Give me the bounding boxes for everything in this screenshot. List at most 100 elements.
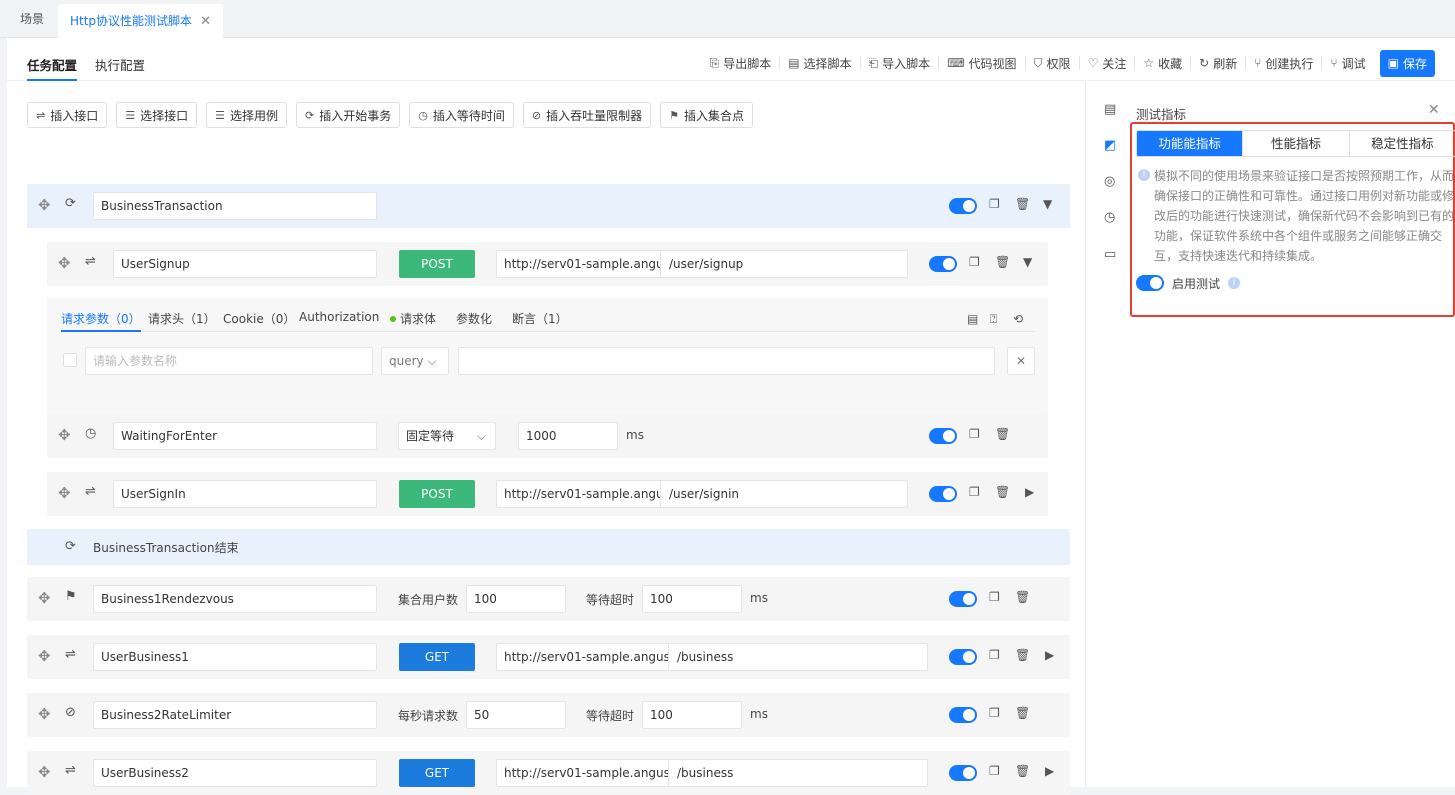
format-icon[interactable]: ⟲ [1013, 312, 1023, 326]
help-icon[interactable]: ⍰ [990, 312, 997, 327]
insert-wait-button[interactable]: ◷ 插入等待时间 [409, 102, 514, 128]
save-button[interactable]: ▣ 保存 [1379, 49, 1435, 77]
copy-icon[interactable]: ❐ [989, 197, 1000, 211]
wait-name-input[interactable]: WaitingForEnter [113, 422, 377, 450]
enable-toggle[interactable] [949, 591, 977, 607]
copy-icon[interactable]: ❐ [989, 764, 1000, 778]
debug-button[interactable]: ⑂ 调试 [1321, 56, 1373, 71]
param-name-input[interactable]: 请输入参数名称 [85, 347, 373, 375]
create-exec-button[interactable]: ⑂ 创建执行 [1245, 56, 1321, 71]
drag-icon[interactable]: ✥ [38, 589, 51, 607]
api-name-input[interactable]: UserSignIn [113, 480, 377, 508]
drag-icon[interactable]: ✥ [38, 705, 51, 723]
code-view-button[interactable]: ⌨ 代码视图 [938, 56, 1024, 71]
document-icon[interactable]: ▤ [1104, 102, 1116, 117]
close-icon[interactable]: ✕ [1428, 102, 1440, 118]
users-input[interactable]: 100 [466, 585, 566, 613]
tab-scene[interactable]: 场景 [20, 0, 44, 38]
url-input[interactable]: http://serv01-sample.angus/user/signup [496, 250, 908, 278]
tab-stability-metrics[interactable]: 稳定性指标 [1348, 131, 1455, 156]
rendezvous-name-input[interactable]: Business1Rendezvous [93, 585, 377, 613]
drag-icon[interactable]: ✥ [38, 763, 51, 781]
enable-toggle[interactable] [949, 649, 977, 665]
permission-button[interactable]: ⛉ 权限 [1024, 56, 1079, 71]
tab-body[interactable]: 请求体 [390, 310, 436, 327]
delete-icon[interactable]: 🗑 [1015, 197, 1030, 211]
tab-headers[interactable]: 请求头（1） [148, 310, 216, 327]
insert-transaction-button[interactable]: ⟳ 插入开始事务 [296, 102, 401, 128]
delete-icon[interactable]: 🗑 [1015, 706, 1030, 720]
comment-icon[interactable]: ▭ [1104, 247, 1116, 262]
chevron-down-icon[interactable]: ▼ [1043, 197, 1052, 211]
tab-parameterize[interactable]: 参数化 [456, 310, 492, 327]
url-input[interactable]: http://serv01-sample.angusm/business [496, 643, 928, 671]
enable-toggle[interactable] [929, 256, 957, 272]
param-value-input[interactable] [458, 347, 995, 375]
drag-icon[interactable]: ✥ [38, 647, 51, 665]
insert-api-button[interactable]: ⇌ 插入接口 [27, 102, 108, 128]
delete-icon[interactable]: 🗑 [995, 485, 1010, 499]
favorite-button[interactable]: ☆ 收藏 [1134, 56, 1190, 71]
param-in-select[interactable]: query ⌵ [381, 347, 449, 375]
method-select[interactable]: POST [399, 480, 475, 508]
copy-icon[interactable]: ❐ [969, 485, 980, 499]
chevron-right-icon[interactable]: ▶ [1045, 764, 1054, 778]
tab-cookie[interactable]: Cookie（0） [223, 310, 295, 327]
enable-toggle[interactable] [949, 765, 977, 781]
tab-functional-metrics[interactable]: 功能能指标 [1137, 131, 1243, 156]
delete-icon[interactable]: 🗑 [995, 427, 1010, 441]
drag-icon[interactable]: ✥ [58, 254, 71, 272]
enable-toggle[interactable] [949, 707, 977, 723]
tab-task-config[interactable]: 任务配置 [27, 55, 78, 81]
enable-toggle[interactable] [929, 486, 957, 502]
chevron-down-icon[interactable]: ▼ [1023, 255, 1032, 269]
close-icon[interactable]: ✕ [1007, 347, 1035, 375]
select-case-button[interactable]: ☰ 选择用例 [206, 102, 288, 128]
api-name-input[interactable]: UserBusiness1 [93, 643, 377, 671]
copy-icon[interactable]: ❐ [969, 255, 980, 269]
follow-button[interactable]: ♡ 关注 [1078, 56, 1135, 71]
insert-throughput-button[interactable]: ⊘ 插入吞吐量限制器 [522, 102, 652, 128]
tab-params[interactable]: 请求参数（0） [61, 310, 141, 332]
import-script-button[interactable]: ⎗ 导入脚本 [859, 56, 939, 71]
chevron-right-icon[interactable]: ▶ [1025, 485, 1034, 499]
wait-value-input[interactable]: 1000 [518, 422, 618, 450]
tab-performance-metrics[interactable]: 性能指标 [1242, 131, 1348, 156]
target-icon[interactable]: ◎ [1104, 174, 1115, 189]
url-input[interactable]: http://serv01-sample.angusm/business [496, 759, 928, 787]
enable-toggle[interactable] [929, 428, 957, 444]
transaction-name-input[interactable]: BusinessTransaction [93, 192, 377, 220]
refresh-button[interactable]: ↻ 刷新 [1190, 56, 1245, 71]
timeout-input[interactable]: 100 [642, 701, 742, 729]
chevron-right-icon[interactable]: ▶ [1045, 648, 1054, 662]
method-select[interactable]: GET [399, 643, 475, 671]
delete-icon[interactable]: 🗑 [1015, 590, 1030, 604]
info-icon[interactable]: i [1228, 277, 1240, 289]
delete-icon[interactable]: 🗑 [995, 255, 1010, 269]
drag-icon[interactable]: ✥ [58, 484, 71, 502]
param-checkbox[interactable] [63, 353, 77, 367]
tab-exec-config[interactable]: 执行配置 [95, 55, 145, 74]
bulk-edit-icon[interactable]: ▤ [967, 312, 978, 326]
copy-icon[interactable]: ❐ [989, 590, 1000, 604]
rps-input[interactable]: 50 [466, 701, 566, 729]
drag-icon[interactable]: ✥ [38, 196, 51, 214]
api-name-input[interactable]: UserBusiness2 [93, 759, 377, 787]
timeout-input[interactable]: 100 [642, 585, 742, 613]
select-script-button[interactable]: ▤ 选择脚本 [779, 56, 859, 71]
export-script-button[interactable]: ⎘ 导出脚本 [702, 56, 780, 71]
wait-type-select[interactable]: 固定等待 ⌵ [398, 422, 496, 450]
chart-icon[interactable]: ◩ [1104, 138, 1116, 153]
copy-icon[interactable]: ❐ [989, 648, 1000, 662]
delete-icon[interactable]: 🗑 [1015, 764, 1030, 778]
drag-icon[interactable]: ✥ [58, 426, 71, 444]
url-input[interactable]: http://serv01-sample.angus/user/signin [496, 480, 908, 508]
copy-icon[interactable]: ❐ [989, 706, 1000, 720]
method-select[interactable]: GET [399, 759, 475, 787]
clock-icon[interactable]: ◷ [1104, 210, 1115, 225]
api-name-input[interactable]: UserSignup [113, 250, 377, 278]
insert-rendezvous-button[interactable]: ⚑ 插入集合点 [660, 102, 753, 128]
tab-assertion[interactable]: 断言（1） [512, 310, 568, 327]
enable-test-toggle[interactable] [1136, 275, 1164, 291]
close-icon[interactable]: ✕ [200, 14, 211, 29]
